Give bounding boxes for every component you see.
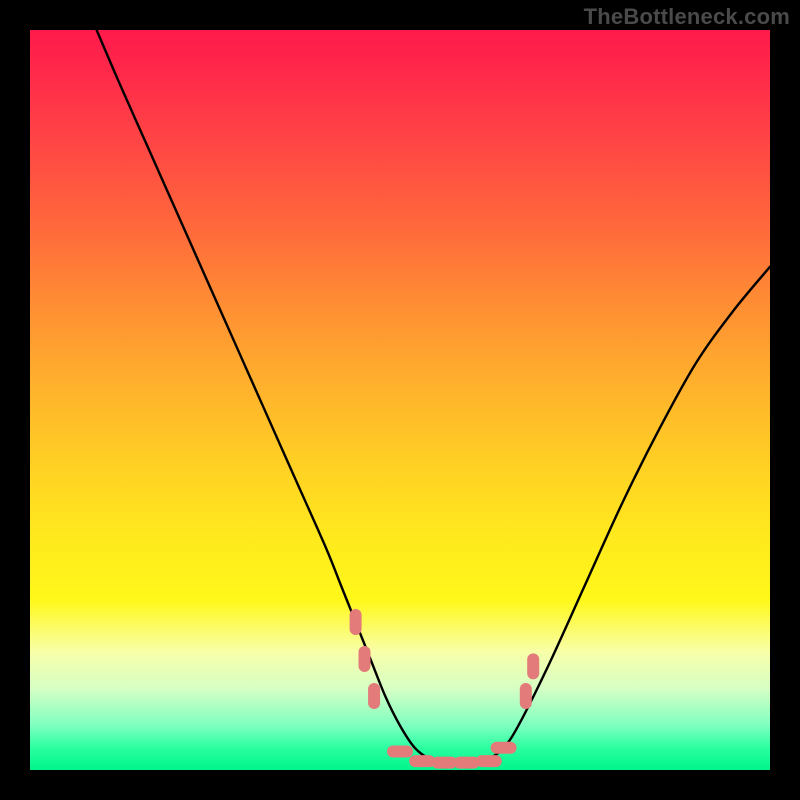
plot-area bbox=[30, 30, 770, 770]
curve-marker bbox=[476, 755, 502, 767]
attribution-text: TheBottleneck.com bbox=[584, 4, 790, 30]
curve-marker bbox=[409, 755, 435, 767]
curve-marker bbox=[350, 609, 362, 635]
curve-marker bbox=[359, 646, 371, 672]
curve-marker bbox=[491, 742, 517, 754]
curve-marker bbox=[520, 683, 532, 709]
chart-frame: TheBottleneck.com bbox=[0, 0, 800, 800]
curve-marker bbox=[368, 683, 380, 709]
bottleneck-curve bbox=[97, 30, 770, 763]
curve-marker bbox=[454, 757, 480, 769]
curve-marker bbox=[387, 746, 413, 758]
curve-marker bbox=[527, 653, 539, 679]
curve-svg bbox=[30, 30, 770, 770]
marker-group bbox=[350, 609, 540, 769]
curve-marker bbox=[431, 757, 457, 769]
